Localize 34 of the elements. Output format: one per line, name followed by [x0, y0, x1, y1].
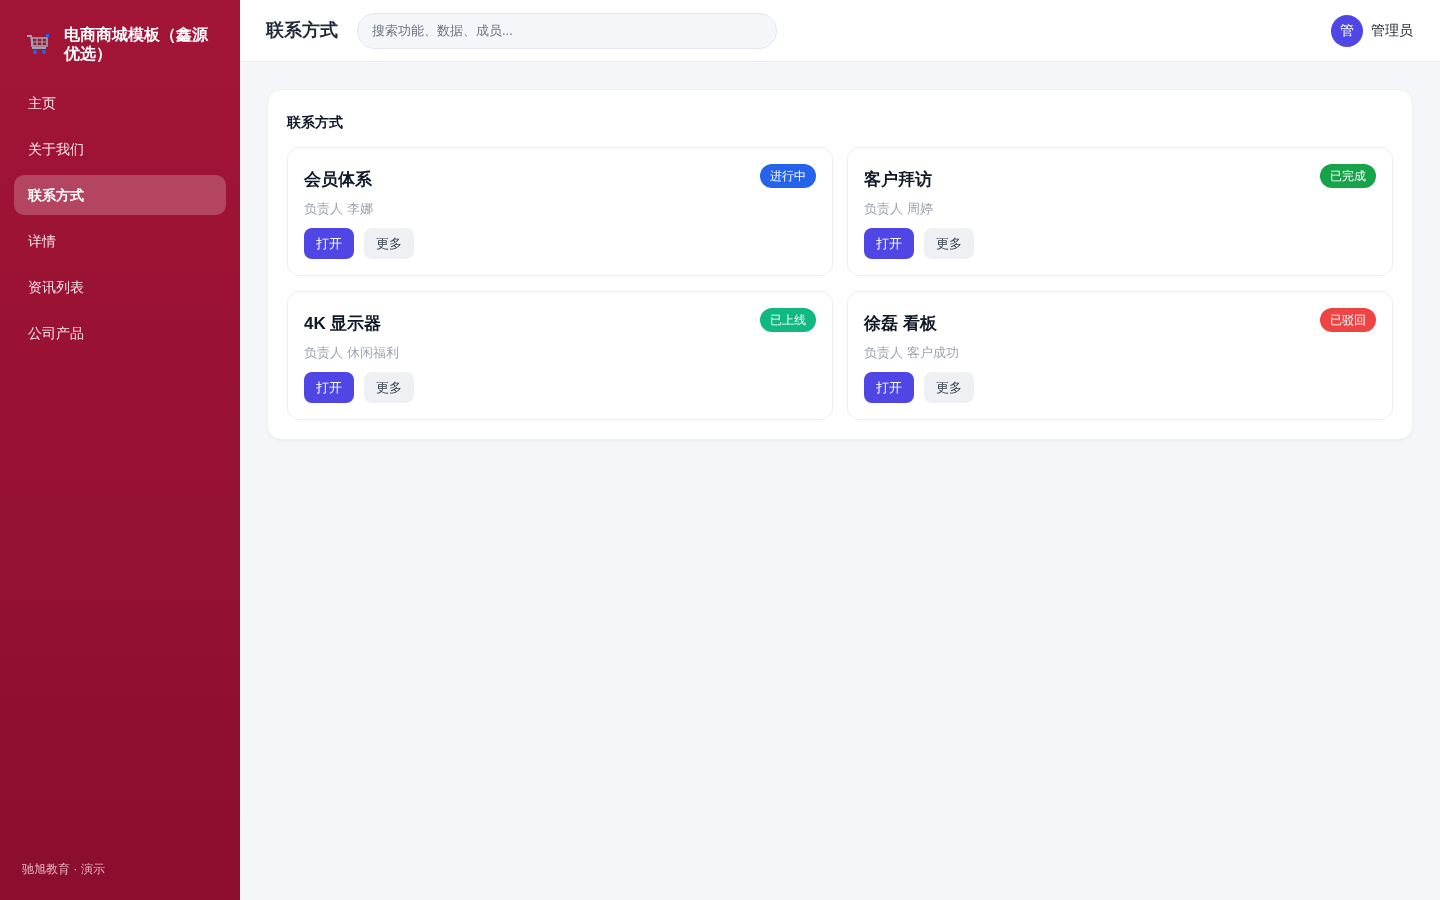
status-badge: 进行中 — [760, 164, 816, 188]
more-button[interactable]: 更多 — [924, 228, 974, 259]
owner-text: 负责人 李娜 — [304, 199, 374, 218]
footer-text: 驰旭教育 · 演示 — [21, 861, 106, 878]
card-title: 客户拜访 — [864, 169, 932, 191]
nav-item[interactable]: 详情 — [14, 221, 226, 261]
nav-item[interactable]: 资讯列表 — [14, 267, 226, 307]
card-title: 会员体系 — [304, 169, 372, 191]
brand-title: 电商商城模板（鑫源优选） — [64, 25, 209, 63]
shopping-cart-icon — [26, 33, 50, 55]
user-avatar[interactable]: 管 — [1331, 14, 1363, 47]
nav-item[interactable]: 联系方式 — [14, 175, 226, 215]
status-badge: 已驳回 — [1320, 308, 1376, 332]
open-button[interactable]: 打开 — [864, 372, 914, 403]
card-title: 4K 显示器 — [304, 313, 382, 335]
nav-item[interactable]: 主页 — [14, 83, 226, 123]
panel-title: 联系方式 — [287, 113, 344, 132]
search-field[interactable]: 搜索功能、数据、成员... — [357, 12, 777, 49]
owner-text: 负责人 周婷 — [864, 199, 934, 218]
owner-text: 负责人 休闲福利 — [304, 343, 400, 362]
open-button[interactable]: 打开 — [304, 372, 354, 403]
page-title: 联系方式 — [266, 19, 338, 42]
nav-item[interactable]: 公司产品 — [14, 313, 226, 353]
status-badge: 已完成 — [1320, 164, 1376, 188]
open-button[interactable]: 打开 — [864, 228, 914, 259]
user-name: 管理员 — [1371, 21, 1413, 40]
nav-item[interactable]: 关于我们 — [14, 129, 226, 169]
more-button[interactable]: 更多 — [364, 228, 414, 259]
more-button[interactable]: 更多 — [924, 372, 974, 403]
open-button[interactable]: 打开 — [304, 228, 354, 259]
owner-text: 负责人 客户成功 — [864, 343, 960, 362]
card-title: 徐磊 看板 — [864, 313, 937, 335]
more-button[interactable]: 更多 — [364, 372, 414, 403]
status-badge: 已上线 — [760, 308, 816, 332]
